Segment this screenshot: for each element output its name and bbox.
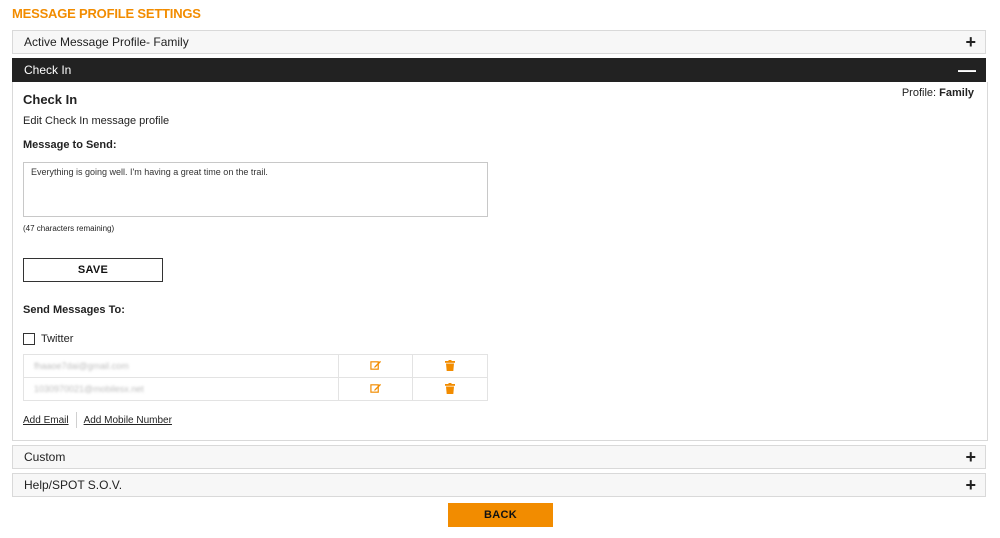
contact-address-text: 1030970021@mobilesx.net	[34, 384, 144, 394]
check-in-title: Check In	[23, 92, 78, 107]
profile-indicator: Profile: Family	[902, 87, 974, 99]
back-button[interactable]: BACK	[448, 503, 553, 527]
expand-plus-icon[interactable]: +	[965, 475, 976, 495]
twitter-checkbox[interactable]	[23, 333, 35, 345]
contacts-table: fhaaoe7dai@gmail.com 1030970021@mobilesx…	[23, 354, 488, 401]
link-divider	[75, 412, 77, 428]
accordion-active-profile-label: Active Message Profile- Family	[24, 35, 189, 49]
check-in-panel: Check In Profile: Family Edit Check In m…	[12, 82, 988, 441]
delete-cell[interactable]	[412, 354, 488, 378]
add-mobile-link[interactable]: Add Mobile Number	[84, 415, 172, 426]
table-row: 1030970021@mobilesx.net	[23, 377, 488, 401]
twitter-option[interactable]: Twitter	[23, 333, 73, 345]
accordion-check-in[interactable]: Check In —	[12, 58, 986, 82]
add-email-link[interactable]: Add Email	[23, 415, 69, 426]
accordion-custom[interactable]: Custom +	[12, 445, 986, 469]
accordion-help-sov[interactable]: Help/SPOT S.O.V. +	[12, 473, 986, 497]
trash-icon[interactable]	[445, 359, 456, 371]
delete-cell[interactable]	[412, 377, 488, 401]
accordion-check-in-label: Check In	[24, 63, 72, 77]
contact-address-text: fhaaoe7dai@gmail.com	[34, 361, 129, 371]
edit-cell[interactable]	[337, 354, 414, 378]
save-button[interactable]: SAVE	[23, 258, 163, 282]
accordion-custom-label: Custom	[24, 450, 66, 464]
edit-cell[interactable]	[337, 377, 414, 401]
contact-address: fhaaoe7dai@gmail.com	[23, 354, 339, 378]
send-messages-label: Send Messages To:	[23, 304, 125, 316]
expand-plus-icon[interactable]: +	[965, 447, 976, 467]
chars-remaining: (47 characters remaining)	[23, 224, 115, 233]
message-textarea[interactable]: Everything is going well. I'm having a g…	[23, 162, 488, 217]
edit-icon[interactable]	[370, 383, 382, 394]
edit-icon[interactable]	[370, 360, 382, 371]
page-title: MESSAGE PROFILE SETTINGS	[12, 6, 201, 21]
profile-name: Family	[939, 87, 974, 99]
accordion-help-sov-label: Help/SPOT S.O.V.	[24, 478, 123, 492]
contact-address: 1030970021@mobilesx.net	[23, 377, 339, 401]
add-contact-links: Add Email Add Mobile Number	[23, 412, 172, 428]
profile-prefix: Profile:	[901, 87, 937, 99]
check-in-subtitle: Edit Check In message profile	[23, 115, 170, 127]
twitter-label: Twitter	[41, 333, 74, 345]
message-label: Message to Send:	[23, 139, 117, 151]
expand-plus-icon[interactable]: +	[965, 32, 976, 52]
trash-icon[interactable]	[445, 382, 456, 394]
accordion-active-profile[interactable]: Active Message Profile- Family +	[12, 30, 986, 54]
collapse-minus-icon[interactable]: —	[958, 60, 976, 80]
table-row: fhaaoe7dai@gmail.com	[23, 354, 488, 378]
